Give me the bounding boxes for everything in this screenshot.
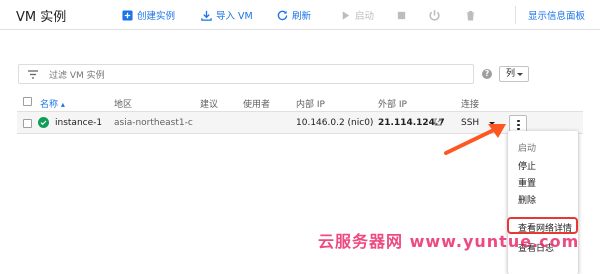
instance-name-link[interactable]: instance-1 [55,118,102,128]
refresh-icon [277,10,288,20]
watermark: 云服务器网 www.yuntue.com [318,232,580,251]
trash-icon [466,10,475,20]
show-info-panel-label: 显示信息面板 [528,11,586,22]
chevron-down-icon [517,73,523,76]
filter-input[interactable]: 过滤 VM 实例 [18,64,474,84]
power-icon [429,9,440,21]
toolbar-divider [515,6,516,24]
filter-icon [28,70,38,79]
import-vm-label: 导入 VM [216,11,253,22]
column-name-label: 名称 [40,100,59,110]
start-label: 启动 [355,11,375,22]
create-instance-label: 创建实例 [137,11,176,22]
import-icon [201,10,212,21]
play-icon [342,10,350,20]
help-icon[interactable]: ? [482,69,492,79]
add-box-icon [122,9,133,21]
stop-icon [397,11,406,19]
instance-actions-menu: 启动 停止 重置 删除 查看网络详情 查看日志 [508,131,578,274]
instance-internal-ip: 10.146.0.2 (nic0) [296,118,374,128]
sort-ascending-icon: ▴ [60,100,65,109]
column-header-recommendation[interactable]: 建议 [200,97,218,110]
column-header-external-ip[interactable]: 外部 IP [378,97,407,110]
column-header-name[interactable]: 名称 ▴ [40,97,65,110]
menu-item-stop[interactable]: 停止 [518,159,536,172]
menu-item-delete[interactable]: 删除 [518,193,536,206]
create-instance-button[interactable]: 创建实例 [122,8,175,22]
top-toolbar: VM 实例 创建实例 导入 VM 刷新 启动 显示信息面板 [0,0,600,30]
refresh-button[interactable]: 刷新 [277,8,311,22]
column-header-zone[interactable]: 地区 [114,97,132,110]
row-checkbox[interactable] [23,119,32,128]
column-header-connect[interactable]: 连接 [461,97,479,110]
menu-item-start[interactable]: 启动 [518,141,536,154]
more-vert-icon [517,119,520,122]
start-button[interactable]: 启动 [340,8,374,22]
columns-button[interactable]: 列 [499,66,529,82]
columns-label: 列 [506,69,516,79]
import-vm-button[interactable]: 导入 VM [201,8,253,22]
reset-button[interactable] [428,8,445,22]
column-header-used-by[interactable]: 使用者 [243,97,270,110]
show-info-panel-button[interactable]: 显示信息面板 [528,8,585,22]
menu-item-reset[interactable]: 重置 [518,176,536,189]
filter-placeholder: 过滤 VM 实例 [49,71,105,81]
refresh-label: 刷新 [292,11,312,22]
select-all-checkbox[interactable] [23,97,32,106]
stop-button[interactable] [396,8,411,22]
page-title: VM 实例 [16,10,67,25]
annotation-arrow-icon [444,124,506,155]
status-running-icon [38,117,49,128]
delete-button[interactable] [465,8,480,22]
column-header-internal-ip[interactable]: 内部 IP [296,97,325,110]
instance-zone: asia-northeast1-c [114,118,193,128]
